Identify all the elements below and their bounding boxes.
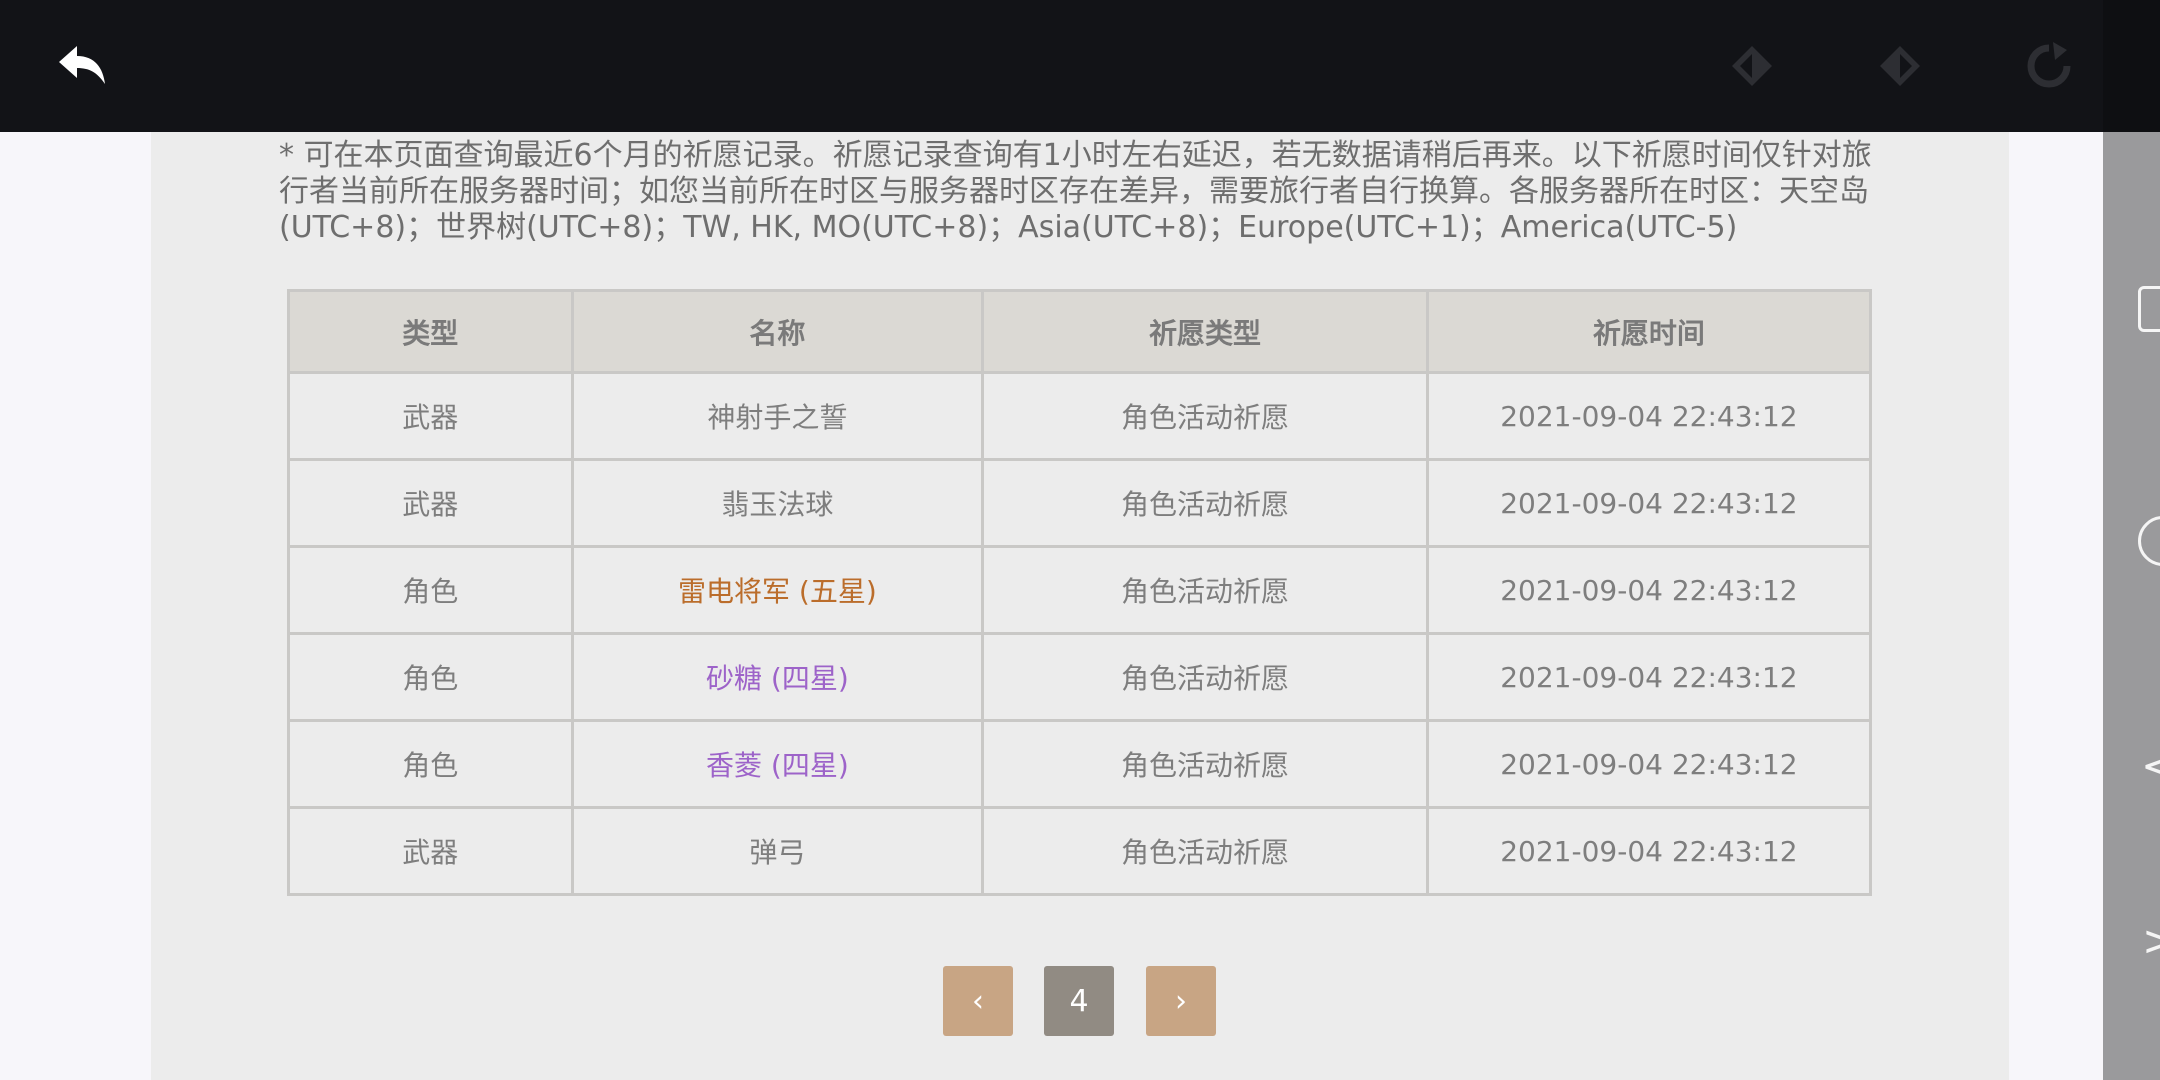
next-page-button[interactable] xyxy=(1864,30,1936,102)
system-back-icon[interactable]: < xyxy=(2141,745,2160,787)
system-nav-bar-top xyxy=(2103,0,2160,132)
table-row: 角色 雷电将军 (五星) 角色活动祈愿 2021-09-04 22:43:12 xyxy=(287,545,1873,635)
cell-wish-type: 角色活动祈愿 xyxy=(981,806,1429,896)
cell-type: 角色 xyxy=(287,545,574,635)
table-header-row: 类型 名称 祈愿类型 祈愿时间 xyxy=(287,289,1873,374)
cell-wish-type: 角色活动祈愿 xyxy=(981,458,1429,548)
header-wish-time: 祈愿时间 xyxy=(1425,289,1873,374)
cell-type: 角色 xyxy=(287,632,574,722)
cell-type: 角色 xyxy=(287,719,574,809)
reload-button[interactable] xyxy=(2013,30,2085,102)
prev-page-button[interactable] xyxy=(1716,30,1788,102)
cell-wish-type: 角色活动祈愿 xyxy=(981,719,1429,809)
table-row: 武器 弹弓 角色活动祈愿 2021-09-04 22:43:12 xyxy=(287,806,1873,896)
pagination: ‹ 4 › xyxy=(0,966,2160,1036)
cell-name-five-star: 雷电将军 (五星) xyxy=(570,545,985,635)
cell-wish-type: 角色活动祈愿 xyxy=(981,545,1429,635)
header-wish-type: 祈愿类型 xyxy=(981,289,1429,374)
table-row: 武器 神射手之誓 角色活动祈愿 2021-09-04 22:43:12 xyxy=(287,371,1873,461)
notice-text: * 可在本页面查询最近6个月的祈愿记录。祈愿记录查询有1小时左右延迟，若无数据请… xyxy=(279,138,1872,245)
close-icon[interactable]: > xyxy=(2142,920,2160,962)
table-row: 角色 砂糖 (四星) 角色活动祈愿 2021-09-04 22:43:12 xyxy=(287,632,1873,722)
table-row: 武器 翡玉法球 角色活动祈愿 2021-09-04 22:43:12 xyxy=(287,458,1873,548)
header-type: 类型 xyxy=(287,289,574,374)
cell-name-four-star: 砂糖 (四星) xyxy=(570,632,985,722)
cell-time: 2021-09-04 22:43:12 xyxy=(1425,719,1873,809)
cell-wish-type: 角色活动祈愿 xyxy=(981,371,1429,461)
cell-type: 武器 xyxy=(287,458,574,548)
reload-icon xyxy=(2027,42,2071,88)
diamond-left-icon xyxy=(1732,46,1772,86)
pager-prev-button[interactable]: ‹ xyxy=(943,966,1013,1036)
cell-time: 2021-09-04 22:43:12 xyxy=(1425,371,1873,461)
cell-name: 弹弓 xyxy=(570,806,985,896)
top-toolbar xyxy=(0,0,2103,132)
cell-name: 神射手之誓 xyxy=(570,371,985,461)
cell-type: 武器 xyxy=(287,371,574,461)
diamond-right-icon xyxy=(1880,46,1920,86)
recent-apps-icon[interactable] xyxy=(2138,286,2160,332)
back-arrow-icon xyxy=(59,46,105,84)
cell-name-four-star: 香菱 (四星) xyxy=(570,719,985,809)
cell-wish-type: 角色活动祈愿 xyxy=(981,632,1429,722)
wish-history-table: 类型 名称 祈愿类型 祈愿时间 武器 神射手之誓 角色活动祈愿 2021-09-… xyxy=(287,289,1873,896)
cell-time: 2021-09-04 22:43:12 xyxy=(1425,632,1873,722)
back-button[interactable] xyxy=(47,30,119,102)
cell-time: 2021-09-04 22:43:12 xyxy=(1425,806,1873,896)
table-row: 角色 香菱 (四星) 角色活动祈愿 2021-09-04 22:43:12 xyxy=(287,719,1873,809)
cell-time: 2021-09-04 22:43:12 xyxy=(1425,545,1873,635)
cell-time: 2021-09-04 22:43:12 xyxy=(1425,458,1873,548)
header-name: 名称 xyxy=(570,289,985,374)
pager-current-page[interactable]: 4 xyxy=(1044,966,1114,1036)
cell-name: 翡玉法球 xyxy=(570,458,985,548)
cell-type: 武器 xyxy=(287,806,574,896)
pager-next-button[interactable]: › xyxy=(1146,966,1216,1036)
